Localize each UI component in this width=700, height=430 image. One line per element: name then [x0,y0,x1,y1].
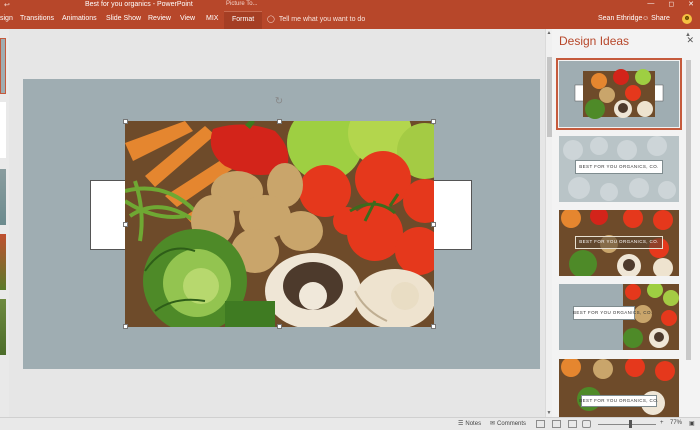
slide-thumbnail[interactable] [0,299,6,355]
resize-handle[interactable] [431,324,436,329]
notes-button[interactable]: ☰ Notes [458,420,482,428]
restore-button[interactable]: ◻ [668,0,674,8]
slide-thumbnail-pane [0,29,9,417]
resize-handle[interactable] [123,119,128,124]
design-idea-card[interactable] [556,58,682,130]
idea-caption: BEST FOR YOU ORGANICS, CO. [579,164,659,169]
design-ideas-pane: Design Ideas ✕ BEST FOR YOU ORGANICS, CO… [552,29,700,417]
smiley-feedback-icon[interactable]: ☻ [682,14,692,24]
tab-view[interactable]: View [180,15,195,22]
close-button[interactable]: ✕ [688,0,694,8]
slideshow-icon[interactable] [582,420,591,428]
share-label: Share [651,15,670,22]
share-button[interactable]: ☺ Share [642,15,670,22]
picture-tools-label: Picture To... [226,1,258,7]
tell-me-text: Tell me what you want to do [278,15,366,23]
zoom-out-icon[interactable]: + [660,420,664,426]
minimize-button[interactable]: — [647,0,654,8]
comments-button[interactable]: ✉ Comments [490,420,527,428]
design-idea-card[interactable]: BEST FOR YOU ORGANICS, CO. [559,359,679,417]
vegetables-picture[interactable] [125,121,434,327]
resize-handle[interactable] [431,222,436,227]
slide-sorter-icon[interactable] [552,420,561,428]
ribbon-tab-bar: sign Transitions Animations Slide Show R… [0,11,700,29]
comments-label: Comments [497,420,527,427]
lightbulb-icon: ◯ [267,16,275,23]
window-title: Best for you organics - PowerPoint [85,1,193,8]
fit-to-window-icon[interactable]: ▣ [689,420,695,427]
resize-handle[interactable] [277,119,282,124]
normal-view-icon[interactable] [536,420,545,428]
design-idea-card[interactable]: BEST FOR YOU ORGANICS, CO. [559,136,679,202]
tab-mix[interactable]: MIX [206,15,218,22]
resize-handle[interactable] [277,324,282,329]
idea-caption: BEST FOR YOU ORGANICS, CO. [573,310,653,315]
resize-handle[interactable] [123,324,128,329]
scroll-thumb[interactable] [686,60,691,360]
notes-icon: ☰ [458,421,464,427]
scroll-up-icon[interactable]: ▲ [685,32,691,38]
slide-thumbnail[interactable] [0,38,6,94]
tab-animations[interactable]: Animations [62,15,97,22]
tab-transitions[interactable]: Transitions [20,15,54,22]
notes-label: Notes [465,420,482,427]
window-controls: — ◻ ✕ [647,0,694,8]
zoom-level[interactable]: 77% [670,420,682,426]
design-pane-scrollbar[interactable]: ▲ [684,30,693,390]
resize-handle[interactable] [431,119,436,124]
pane-title: Design Ideas [559,34,630,48]
zoom-slider[interactable] [598,424,656,425]
comment-icon: ✉ [490,421,496,427]
tab-format[interactable]: Format [224,11,263,29]
zoom-slider-thumb[interactable] [629,420,632,428]
design-idea-card[interactable]: BEST FOR YOU ORGANICS, CO. [559,210,679,276]
rotate-handle-icon[interactable]: ↻ [274,97,284,107]
idea-caption: BEST FOR YOU ORGANICS, CO. [579,239,659,244]
idea-caption: BEST FOR YOU ORGANICS, CO. [579,398,659,403]
undo-icon[interactable]: ↩ [4,1,10,9]
status-bar: ☰ Notes ✉ Comments + 77% ▣ [0,417,700,430]
tab-design[interactable]: sign [0,15,13,22]
slide-editing-area: ↻ [9,29,545,417]
user-name[interactable]: Sean Ethridge [598,15,642,22]
slide-thumbnail[interactable] [0,234,6,290]
slide-thumbnail[interactable] [0,169,6,225]
person-icon: ☺ [642,15,650,22]
slide-thumbnail[interactable] [0,102,6,158]
tell-me-box[interactable]: ◯ Tell me what you want to do [267,15,366,24]
reading-view-icon[interactable] [568,420,577,428]
title-bar: ↩ Best for you organics - PowerPoint Pic… [0,0,700,11]
tab-review[interactable]: Review [148,15,171,22]
resize-handle[interactable] [123,222,128,227]
design-idea-card[interactable]: BEST FOR YOU ORGANICS, CO. [559,284,679,350]
slide-canvas[interactable]: ↻ [23,79,540,369]
tab-slide-show[interactable]: Slide Show [106,15,141,22]
vertical-scrollbar[interactable]: ▲ ▼ [545,29,552,417]
